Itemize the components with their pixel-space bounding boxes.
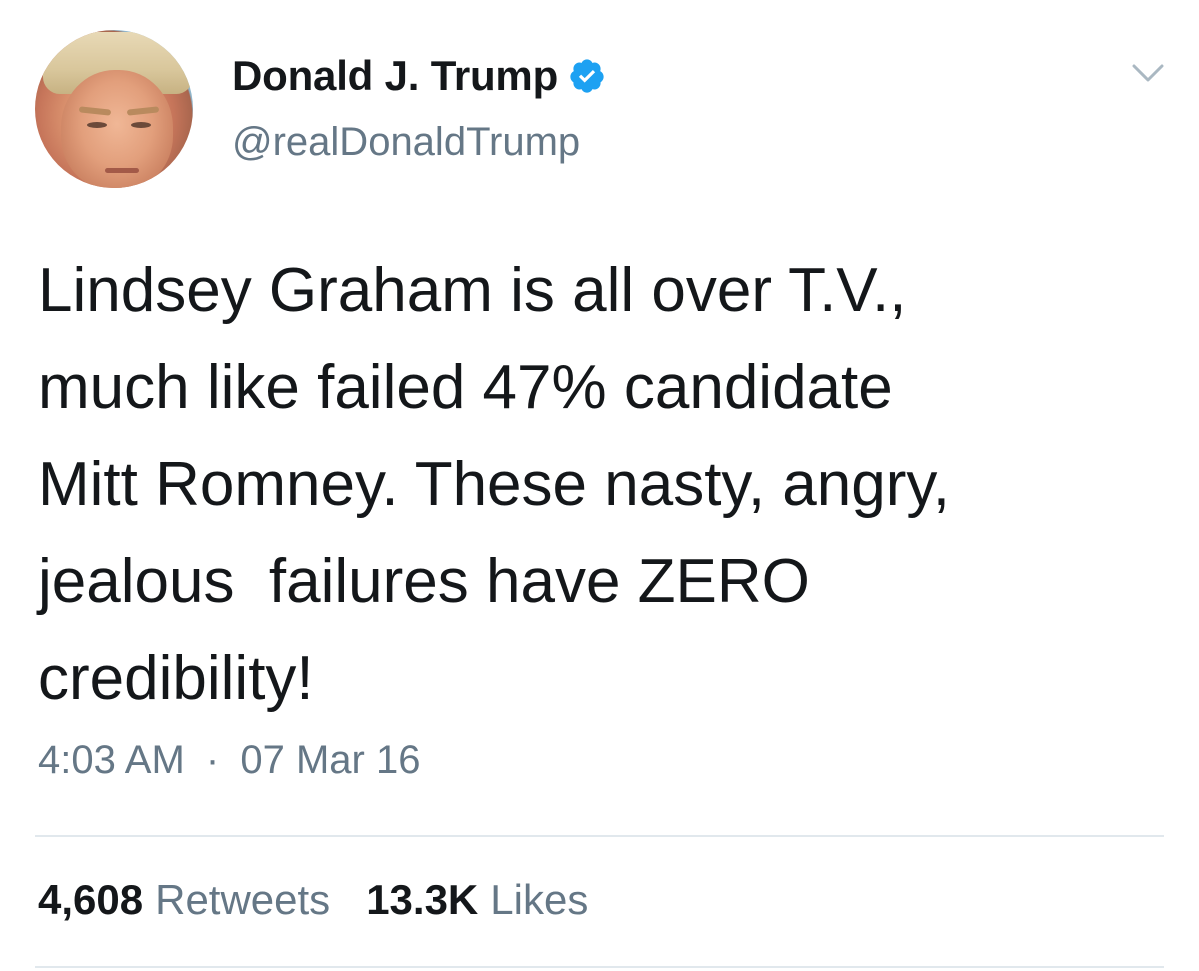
verified-badge-icon xyxy=(570,59,604,93)
tweet-date: 07 Mar 16 xyxy=(240,738,421,782)
tweet-card: Donald J. Trump @realDonaldTrump Lindsey… xyxy=(0,0,1199,971)
divider xyxy=(35,835,1164,837)
author-display-name[interactable]: Donald J. Trump xyxy=(232,52,558,100)
tweet-stats: 4,608 Retweets 13.3K Likes xyxy=(38,876,624,924)
tweet-timestamp[interactable]: 4:03 AM · 07 Mar 16 xyxy=(38,738,420,783)
likes-stat[interactable]: 13.3K Likes xyxy=(366,876,588,924)
timestamp-separator: · xyxy=(205,738,220,782)
retweets-label: Retweets xyxy=(155,876,331,923)
avatar[interactable] xyxy=(35,30,193,188)
likes-label: Likes xyxy=(490,876,589,923)
likes-count: 13.3K xyxy=(366,876,479,923)
retweets-count: 4,608 xyxy=(38,876,144,923)
author-handle[interactable]: @realDonaldTrump xyxy=(232,120,580,165)
tweet-time: 4:03 AM xyxy=(38,738,185,782)
chevron-down-icon[interactable] xyxy=(1130,60,1166,86)
author-name-row: Donald J. Trump xyxy=(232,48,606,104)
tweet-text: Lindsey Graham is all over T.V., much li… xyxy=(38,256,950,713)
divider xyxy=(35,966,1164,968)
retweets-stat[interactable]: 4,608 Retweets xyxy=(38,876,330,924)
